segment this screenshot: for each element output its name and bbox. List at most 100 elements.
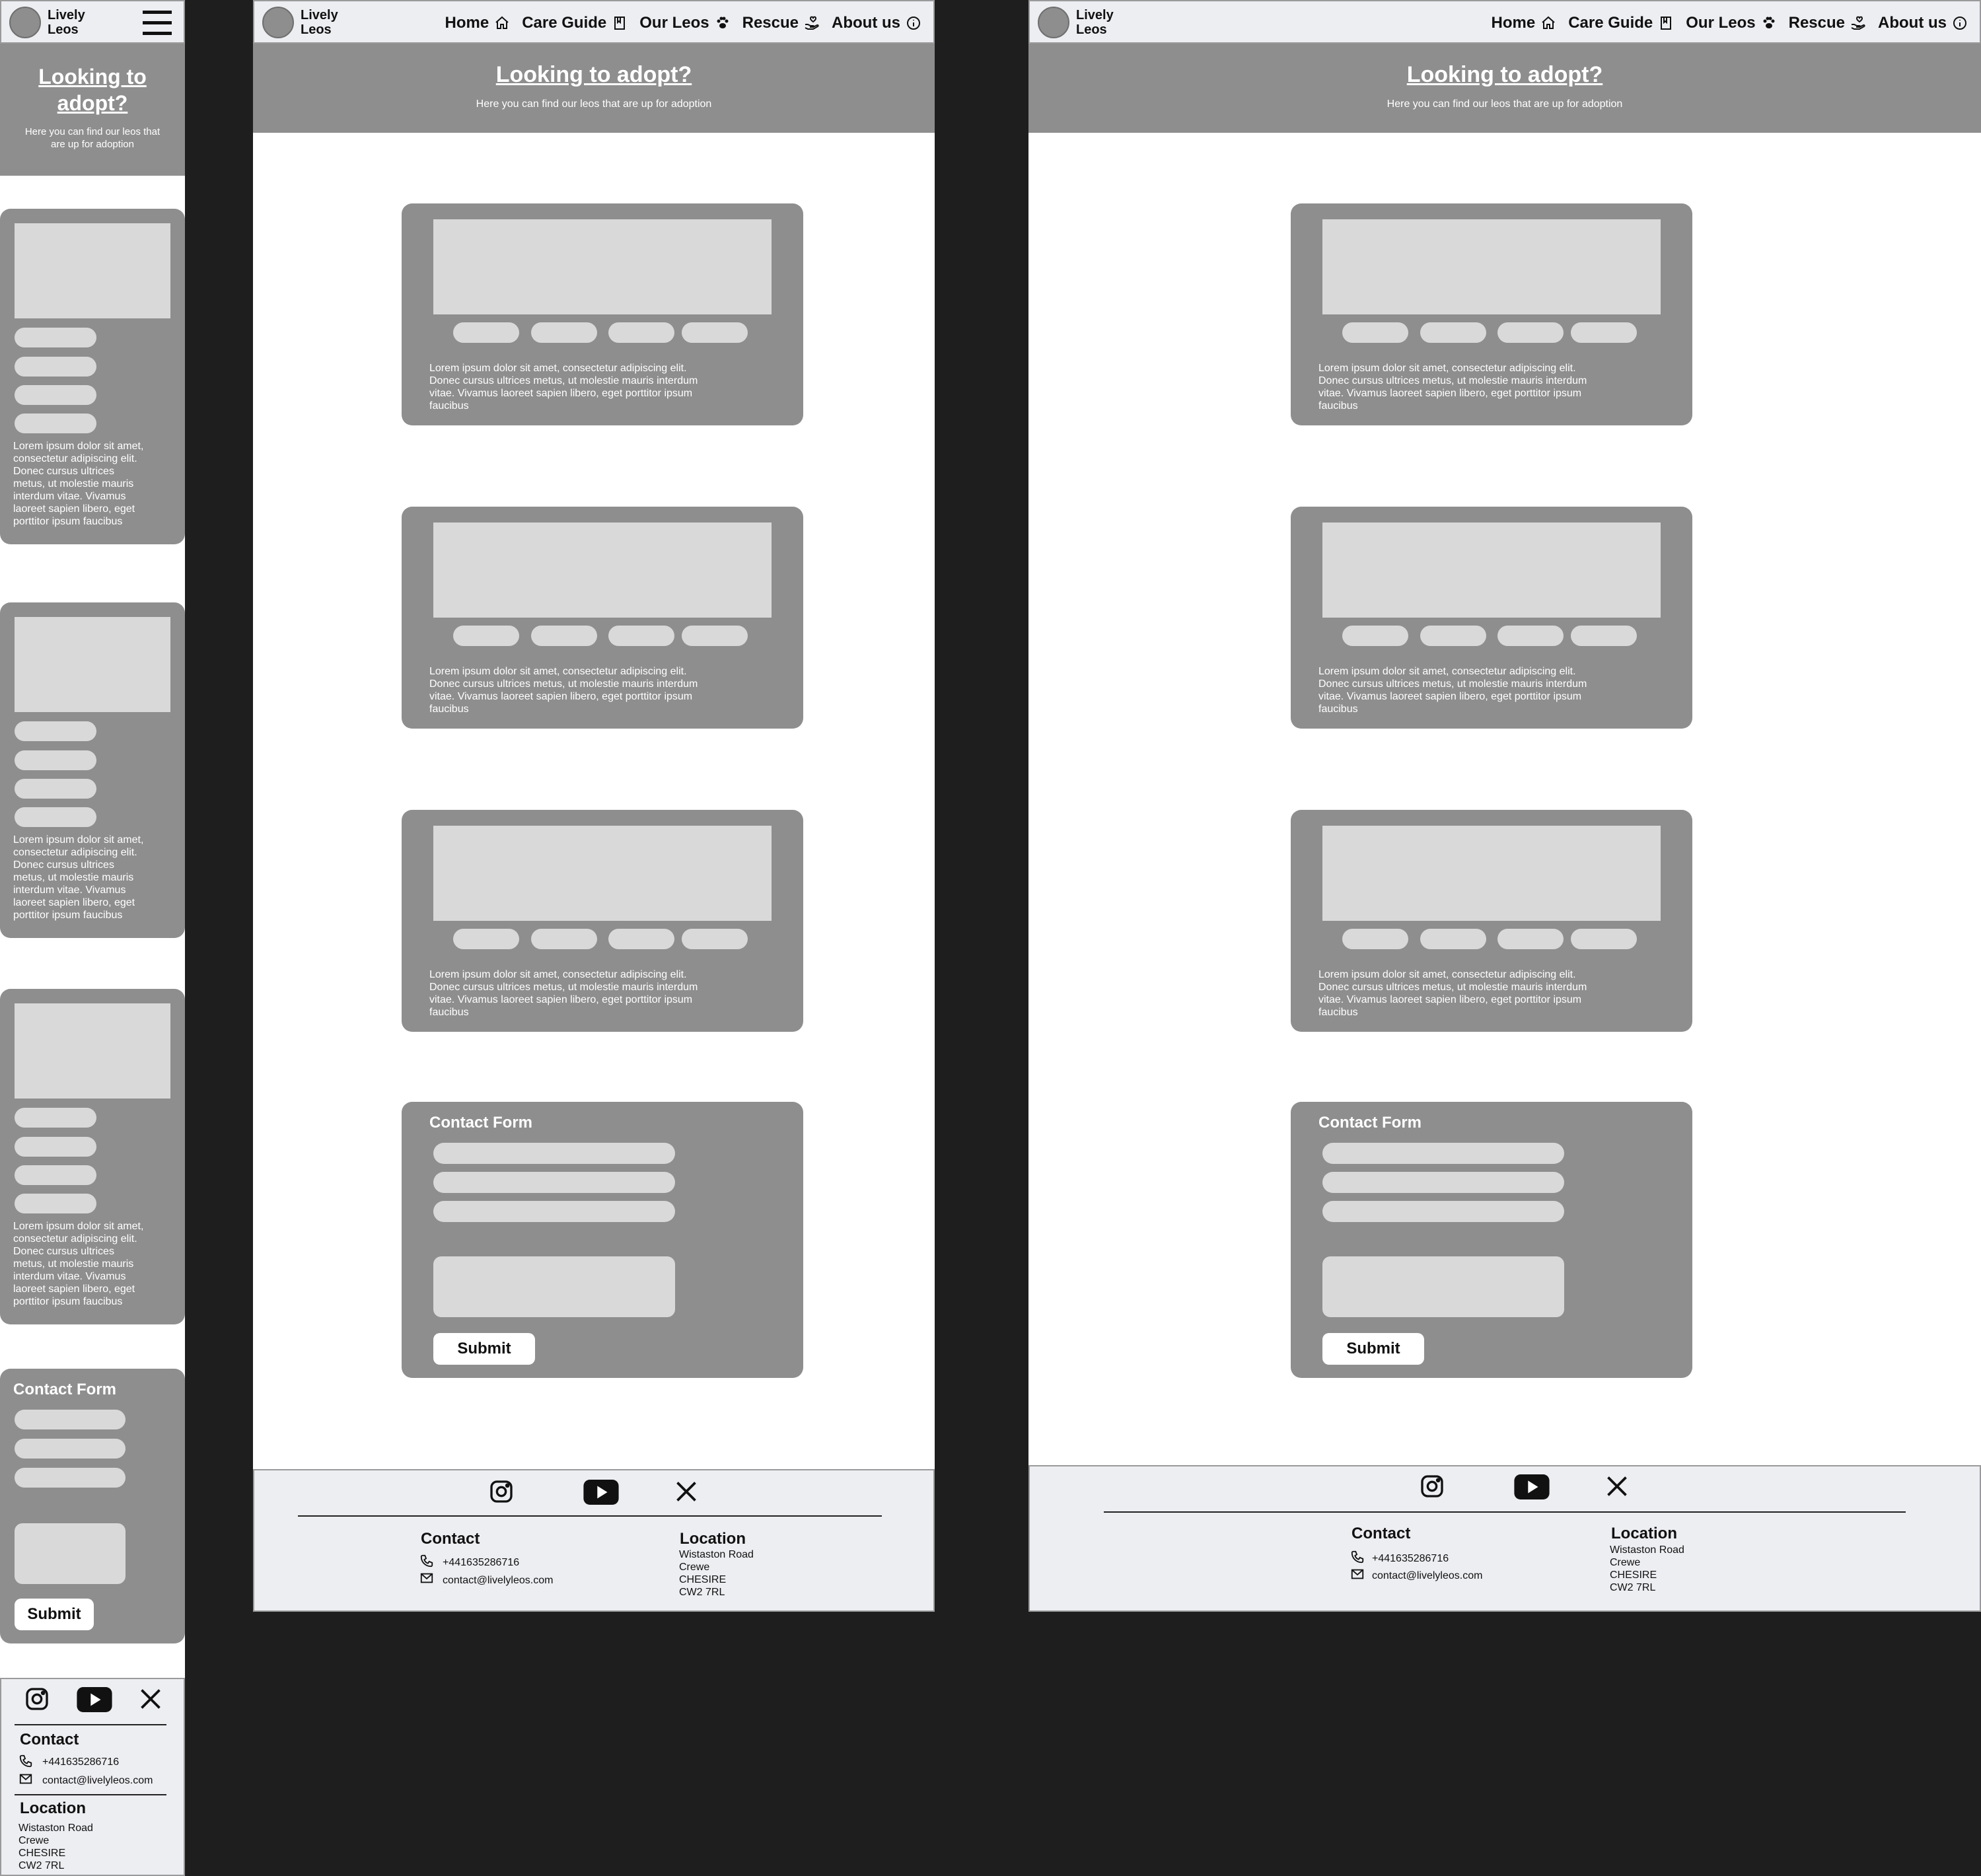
contact-heading: Contact [20, 1731, 79, 1749]
phone-field[interactable] [433, 1201, 675, 1222]
leo-card[interactable]: Lorem ipsum dolor sit amet, consectetur … [402, 810, 803, 1032]
message-field[interactable] [1322, 1256, 1564, 1317]
hero-title: Looking to adopt? [495, 62, 692, 87]
instagram-icon[interactable] [24, 1686, 50, 1712]
leo-card[interactable]: Lorem ipsum dolor sit amet, consectetur … [1291, 810, 1692, 1032]
leo-description-line: faucibus [429, 400, 469, 412]
nav-rescue[interactable]: Rescue [742, 14, 820, 32]
leo-card[interactable]: Lorem ipsum dolor sit amet, consectetur … [1291, 507, 1692, 729]
leo-description-line: porttitor ipsum faucibus [13, 1296, 123, 1307]
footer: Contact +441635286716 contact@livelyleos… [0, 1678, 185, 1876]
logo[interactable]: Lively Leos [9, 7, 94, 38]
nav-home[interactable]: Home [1492, 14, 1557, 32]
mail-icon [420, 1573, 433, 1583]
leo-description-line: Lorem ipsum dolor sit amet, [13, 441, 144, 452]
mail-icon [19, 1774, 32, 1784]
youtube-icon[interactable] [583, 1480, 619, 1505]
leo-tag [608, 626, 674, 646]
leo-description-line: Donec cursus ultrices metus, ut molestie… [1318, 982, 1587, 993]
leo-description-line: consectetur adipiscing elit. [13, 453, 137, 464]
mobile-frame: Lively Leos Looking to adopt? Here you can… [0, 0, 185, 1876]
nav-our-leos[interactable]: Our Leos [1686, 14, 1776, 32]
message-field[interactable] [433, 1256, 675, 1317]
leo-description: Lorem ipsum dolor sit amet, consectetur … [429, 362, 786, 412]
leo-card[interactable]: Lorem ipsum dolor sit amet, consectetur … [1291, 203, 1692, 425]
leo-description-line: metus, ut molestie mauris [13, 1258, 134, 1270]
hand-heart-icon [1851, 16, 1865, 30]
leo-image [15, 617, 170, 712]
x-icon[interactable] [674, 1480, 698, 1503]
logo[interactable]: Lively Leos [262, 7, 347, 38]
logo-circle [9, 7, 41, 38]
leo-description-line: vitae. Vivamus laoreet sapien libero, eg… [1318, 691, 1582, 702]
leo-tag [1571, 929, 1637, 949]
email-field[interactable] [15, 1439, 126, 1459]
name-field[interactable] [15, 1410, 126, 1429]
leo-description-line: Lorem ipsum dolor sit amet, consectetur … [429, 363, 687, 374]
x-icon[interactable] [1605, 1474, 1629, 1498]
logo[interactable]: Lively Leos [1038, 7, 1122, 38]
youtube-icon[interactable] [77, 1687, 112, 1712]
nav-care-guide[interactable]: Care Guide [1568, 14, 1674, 32]
hero: Looking to adopt? Here you can find our … [1028, 44, 1981, 133]
name-field[interactable] [433, 1143, 675, 1164]
leo-tag [531, 929, 597, 949]
leo-description-line: interdum vitae. Vivamus [13, 491, 126, 502]
leo-description-line: Donec cursus ultrices metus, ut molestie… [429, 678, 698, 690]
instagram-icon[interactable] [488, 1478, 515, 1505]
email-address[interactable]: contact@livelyleos.com [42, 1774, 153, 1787]
nav-home[interactable]: Home [445, 14, 511, 32]
leo-tag [15, 385, 96, 405]
leo-card[interactable]: Lorem ipsum dolor sit amet, consectetur a… [0, 602, 185, 938]
leo-card[interactable]: Lorem ipsum dolor sit amet, consectetur a… [0, 209, 185, 544]
desktop-frame: Lively Leos Home Care Guide Our Leos Resc… [1028, 0, 1981, 1612]
leo-description-line: Donec cursus ultrices metus, ut molestie… [429, 982, 698, 993]
x-icon[interactable] [139, 1687, 162, 1711]
leo-card[interactable]: Lorem ipsum dolor sit amet, consectetur … [402, 203, 803, 425]
leo-description-line: porttitor ipsum faucibus [13, 516, 123, 527]
name-field[interactable] [1322, 1143, 1564, 1164]
leo-description-line: Lorem ipsum dolor sit amet, [13, 834, 144, 846]
logo-line1: Lively [48, 8, 85, 22]
footer: Contact +441635286716 contact@livelyleos… [1028, 1465, 1981, 1612]
leo-card[interactable]: Lorem ipsum dolor sit amet, consectetur … [402, 507, 803, 729]
leo-description-line: consectetur adipiscing elit. [13, 1233, 137, 1245]
hamburger-icon[interactable] [143, 11, 172, 36]
instagram-icon[interactable] [1419, 1473, 1445, 1499]
phone-number[interactable]: +441635286716 [1372, 1552, 1449, 1565]
phone-number[interactable]: +441635286716 [443, 1556, 519, 1569]
nav-about[interactable]: About us [832, 14, 921, 32]
message-field[interactable] [15, 1523, 126, 1584]
leo-tag [1342, 929, 1408, 949]
nav-rescue[interactable]: Rescue [1789, 14, 1866, 32]
leo-tag [1420, 929, 1486, 949]
email-address[interactable]: contact@livelyleos.com [443, 1574, 553, 1587]
leo-tag [15, 779, 96, 799]
book-icon [1661, 17, 1672, 30]
home-icon [495, 16, 509, 29]
phone-field[interactable] [1322, 1201, 1564, 1222]
email-field[interactable] [1322, 1172, 1564, 1193]
leo-card[interactable]: Lorem ipsum dolor sit amet, consectetur a… [0, 989, 185, 1324]
email-field[interactable] [433, 1172, 675, 1193]
leo-tag [453, 929, 519, 949]
leo-description-line: metus, ut molestie mauris [13, 872, 134, 883]
leo-tag [15, 1108, 96, 1128]
nav-rescue-label: Rescue [1788, 14, 1846, 32]
nav-care-guide[interactable]: Care Guide [522, 14, 628, 32]
submit-button[interactable]: Submit [1322, 1333, 1424, 1365]
leo-image [1322, 219, 1661, 314]
logo-line2: Leos [1076, 22, 1107, 37]
submit-button[interactable]: Submit [433, 1333, 535, 1365]
youtube-icon[interactable] [1514, 1474, 1550, 1499]
submit-button[interactable]: Submit [15, 1599, 94, 1630]
email-address[interactable]: contact@livelyleos.com [1372, 1569, 1482, 1582]
nav-about[interactable]: About us [1878, 14, 1968, 32]
contact-form: Contact Form Submit [0, 1369, 185, 1643]
nav-our-leos[interactable]: Our Leos [639, 14, 730, 32]
address-line: CW2 7RL [1610, 1582, 1656, 1593]
footer-divider [1104, 1511, 1906, 1513]
phone-field[interactable] [15, 1468, 126, 1488]
leo-description-line: vitae. Vivamus laoreet sapien libero, eg… [429, 388, 693, 399]
phone-number[interactable]: +441635286716 [42, 1756, 119, 1768]
